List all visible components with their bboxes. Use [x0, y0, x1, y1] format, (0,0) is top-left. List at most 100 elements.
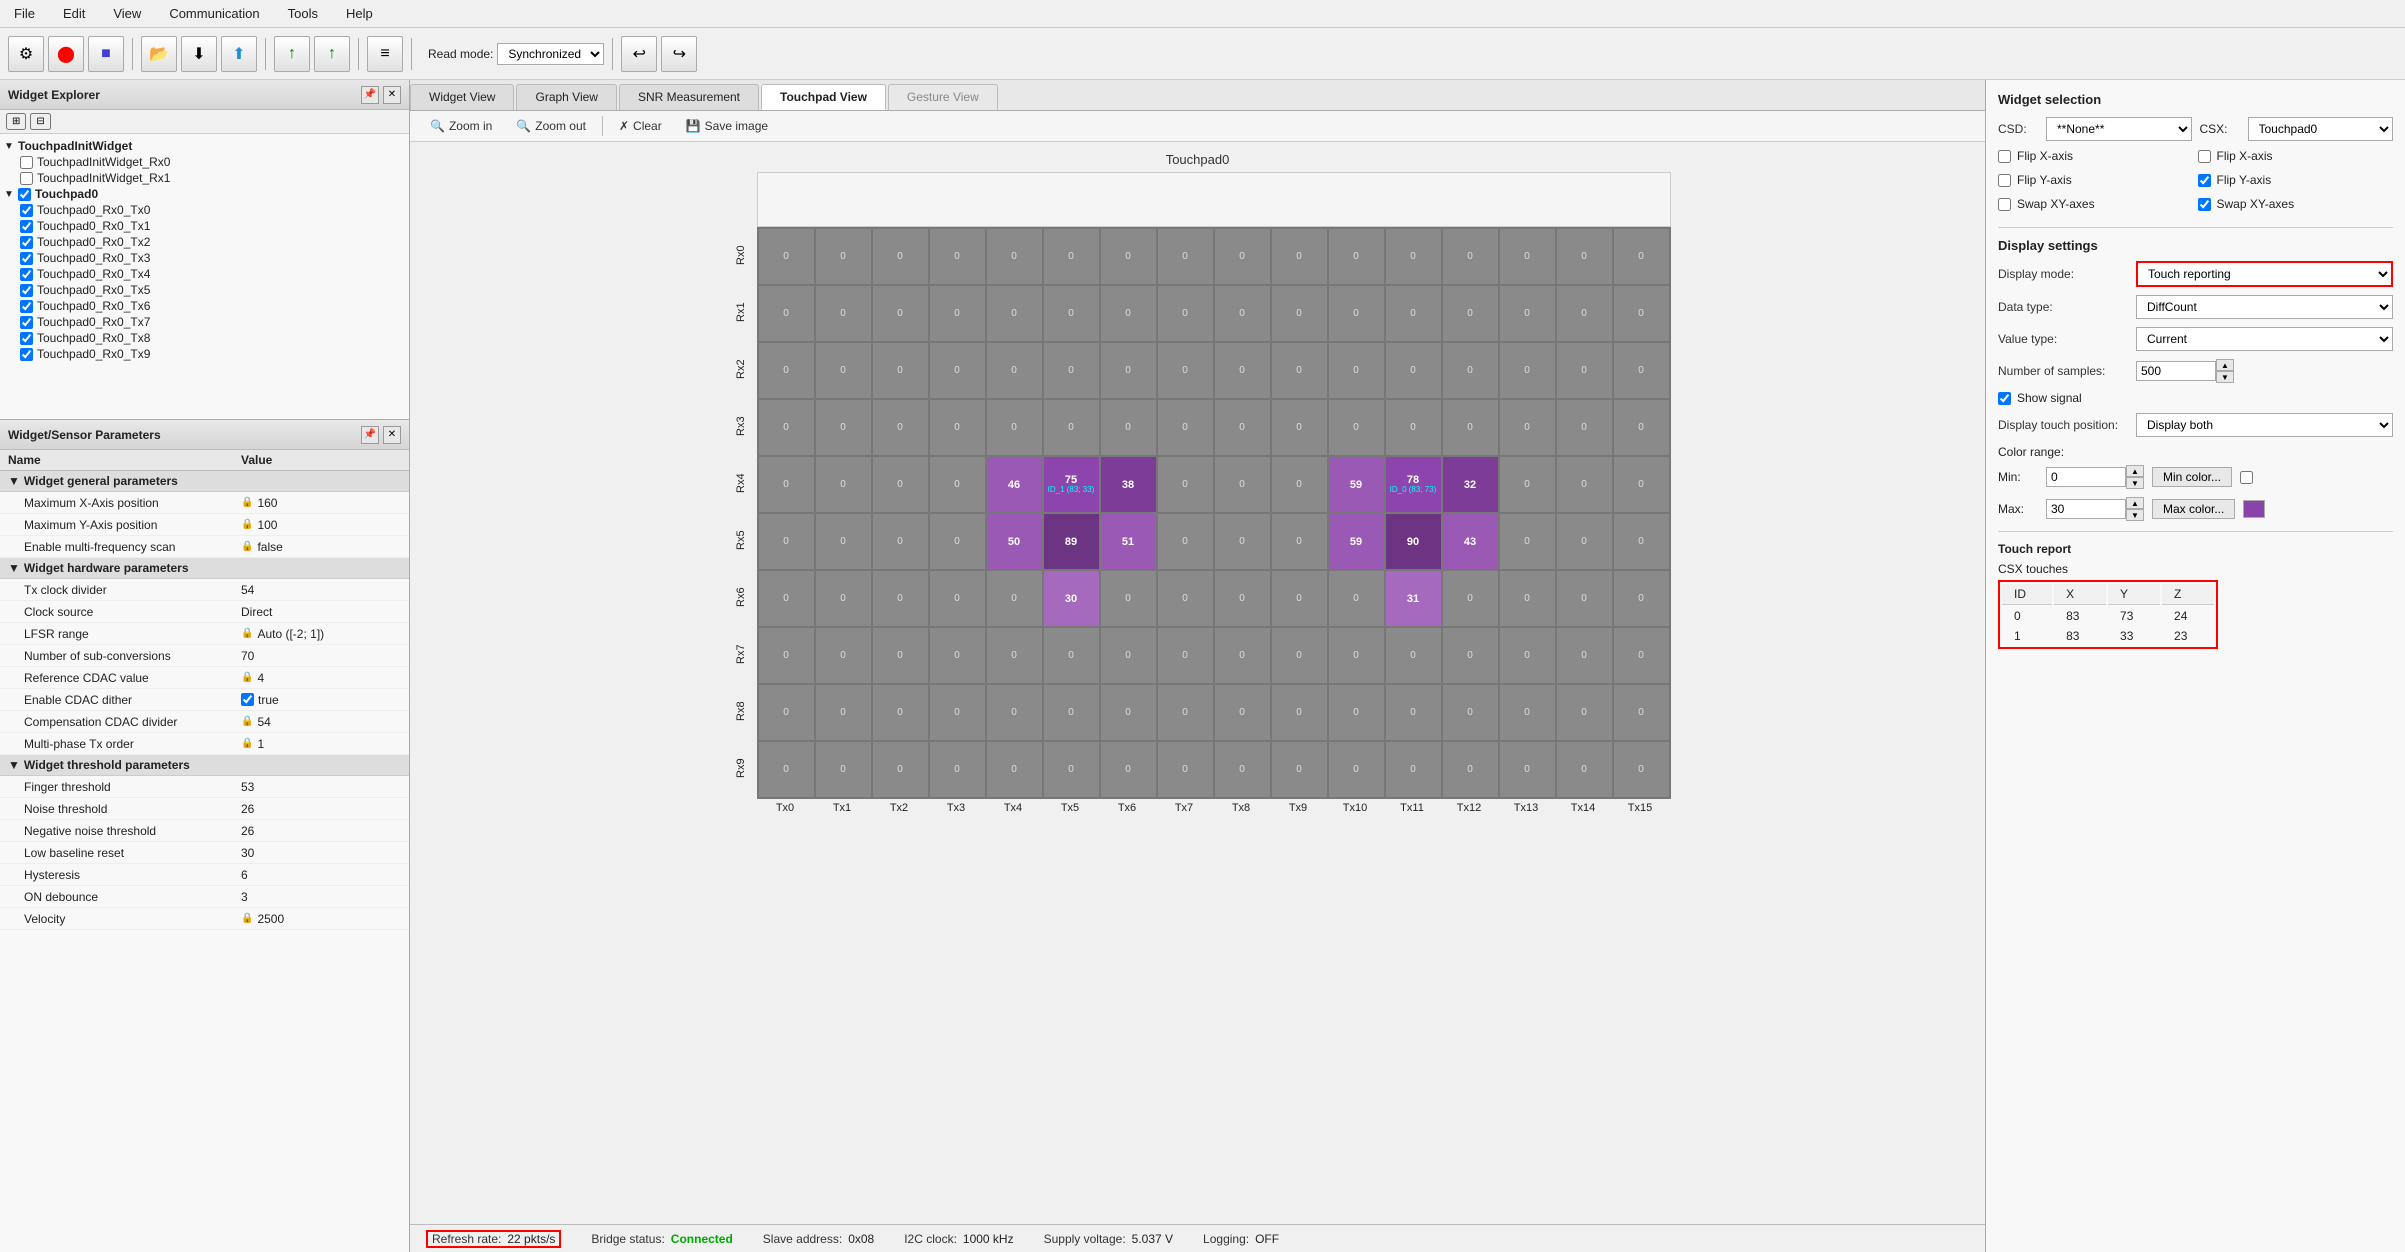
collapse-all-button[interactable]: ⊟	[30, 113, 50, 130]
param-group-hardware[interactable]: ▼Widget hardware parameters	[0, 558, 409, 579]
upload-button[interactable]: ⬆	[221, 36, 257, 72]
menu-view[interactable]: View	[107, 4, 147, 23]
spinner-down-button[interactable]: ▼	[2216, 371, 2234, 383]
menu-file[interactable]: File	[8, 4, 41, 23]
stop-button[interactable]: ⬤	[48, 36, 84, 72]
grid-cell: 0	[1271, 570, 1328, 627]
csx-select[interactable]: Touchpad0	[2248, 117, 2394, 141]
menu-communication[interactable]: Communication	[163, 4, 265, 23]
download-button[interactable]: ⬇	[181, 36, 217, 72]
close-button[interactable]: ✕	[383, 86, 401, 104]
record-button[interactable]: ■	[88, 36, 124, 72]
min-spinner-down[interactable]: ▼	[2126, 477, 2144, 489]
pin-button[interactable]: 📌	[361, 86, 379, 104]
list-item[interactable]: Touchpad0_Rx0_Tx3	[4, 250, 405, 266]
swap-xy-csd-checkbox[interactable]	[1998, 198, 2011, 211]
touch-y: 73	[2108, 607, 2160, 625]
list-item[interactable]: TouchpadInitWidget_Rx1	[4, 170, 405, 186]
num-samples-input[interactable]	[2136, 361, 2216, 381]
menu-tools[interactable]: Tools	[282, 4, 324, 23]
connect-button[interactable]: ↑	[274, 36, 310, 72]
min-spinner-up[interactable]: ▲	[2126, 465, 2144, 477]
read-mode-select[interactable]: Synchronized Free run	[497, 43, 604, 65]
list-item[interactable]: Touchpad0_Rx0_Tx0	[4, 202, 405, 218]
tab-widget-view[interactable]: Widget View	[410, 84, 514, 110]
list-item[interactable]: Touchpad0_Rx0_Tx2	[4, 234, 405, 250]
list-item[interactable]: ▼ Touchpad0	[4, 186, 405, 202]
tree-checkbox[interactable]	[20, 332, 33, 345]
settings-button[interactable]: ⚙	[8, 36, 44, 72]
grid-cell: 0	[1157, 741, 1214, 798]
data-type-select[interactable]: DiffCount	[2136, 295, 2393, 319]
swap-xy-csx-checkbox[interactable]	[2198, 198, 2211, 211]
tab-gesture-view[interactable]: Gesture View	[888, 84, 998, 110]
undo-button[interactable]: ↩	[621, 36, 657, 72]
cdac-checkbox[interactable]	[241, 693, 254, 706]
tab-snr-measurement[interactable]: SNR Measurement	[619, 84, 759, 110]
tab-touchpad-view[interactable]: Touchpad View	[761, 84, 886, 110]
menu-edit[interactable]: Edit	[57, 4, 91, 23]
params-close-button[interactable]: ✕	[383, 426, 401, 444]
params-pin-button[interactable]: 📌	[361, 426, 379, 444]
min-color-checkbox[interactable]	[2240, 471, 2253, 484]
list-button[interactable]: ≡	[367, 36, 403, 72]
grid-cell: 0	[1385, 684, 1442, 741]
param-group-general[interactable]: ▼Widget general parameters	[0, 471, 409, 492]
tree-checkbox[interactable]	[20, 252, 33, 265]
tree-checkbox[interactable]	[20, 348, 33, 361]
list-item[interactable]: Touchpad0_Rx0_Tx9	[4, 346, 405, 362]
param-group-threshold[interactable]: ▼Widget threshold parameters	[0, 755, 409, 776]
tree-checkbox[interactable]	[20, 220, 33, 233]
zoom-in-button[interactable]: 🔍 Zoom in	[422, 116, 500, 136]
zoom-out-button[interactable]: 🔍 Zoom out	[508, 116, 594, 136]
params-table: ▼Widget general parameters Maximum X-Axi…	[0, 471, 409, 1252]
csd-select[interactable]: **None**	[2046, 117, 2192, 141]
grid-cell: 0	[929, 684, 986, 741]
tree-checkbox[interactable]	[20, 268, 33, 281]
flip-y-csx-checkbox[interactable]	[2198, 174, 2211, 187]
tree-checkbox[interactable]	[18, 188, 31, 201]
list-item[interactable]: Touchpad0_Rx0_Tx4	[4, 266, 405, 282]
color-range-label: Color range:	[1998, 445, 2393, 459]
flip-x-csx-checkbox[interactable]	[2198, 150, 2211, 163]
tree-checkbox[interactable]	[20, 172, 33, 185]
list-item[interactable]: Touchpad0_Rx0_Tx5	[4, 282, 405, 298]
tab-graph-view[interactable]: Graph View	[516, 84, 616, 110]
min-input[interactable]	[2046, 467, 2126, 487]
clear-button[interactable]: ✗ Clear	[611, 116, 670, 136]
max-input[interactable]	[2046, 499, 2126, 519]
open-button[interactable]: 📂	[141, 36, 177, 72]
list-item[interactable]: Touchpad0_Rx0_Tx1	[4, 218, 405, 234]
show-signal-checkbox[interactable]	[1998, 392, 2011, 405]
tree-checkbox[interactable]	[20, 300, 33, 313]
spinner-up-button[interactable]: ▲	[2216, 359, 2234, 371]
list-item[interactable]: TouchpadInitWidget_Rx0	[4, 154, 405, 170]
redo-button[interactable]: ↪	[661, 36, 697, 72]
divider-2	[1998, 531, 2393, 532]
menu-help[interactable]: Help	[340, 4, 379, 23]
expand-all-button[interactable]: ⊞	[6, 113, 26, 130]
list-item[interactable]: Touchpad0_Rx0_Tx7	[4, 314, 405, 330]
max-color-button[interactable]: Max color...	[2152, 499, 2235, 519]
tree-checkbox[interactable]	[20, 284, 33, 297]
save-image-button[interactable]: 💾 Save image	[678, 116, 776, 136]
value-type-select[interactable]: Current	[2136, 327, 2393, 351]
grid-cell: 0	[1214, 513, 1271, 570]
max-spinner-up[interactable]: ▲	[2126, 497, 2144, 509]
min-color-button[interactable]: Min color...	[2152, 467, 2232, 487]
flip-y-csd-checkbox[interactable]	[1998, 174, 2011, 187]
flip-x-csd-checkbox[interactable]	[1998, 150, 2011, 163]
tree-checkbox[interactable]	[20, 204, 33, 217]
tree-checkbox[interactable]	[20, 236, 33, 249]
display-touch-select[interactable]: Display both	[2136, 413, 2393, 437]
tree-checkbox[interactable]	[20, 316, 33, 329]
tree-checkbox[interactable]	[20, 156, 33, 169]
list-item[interactable]: Touchpad0_Rx0_Tx8	[4, 330, 405, 346]
display-mode-select[interactable]: Touch reporting Raw count Baseline Diffe…	[2136, 261, 2393, 287]
list-item[interactable]: Touchpad0_Rx0_Tx6	[4, 298, 405, 314]
refresh-button[interactable]: ↑	[314, 36, 350, 72]
list-item[interactable]: ▼ TouchpadInitWidget	[4, 138, 405, 154]
grid-cell: 0	[1214, 741, 1271, 798]
grid-cell: 0	[1442, 399, 1499, 456]
max-spinner-down[interactable]: ▼	[2126, 509, 2144, 521]
